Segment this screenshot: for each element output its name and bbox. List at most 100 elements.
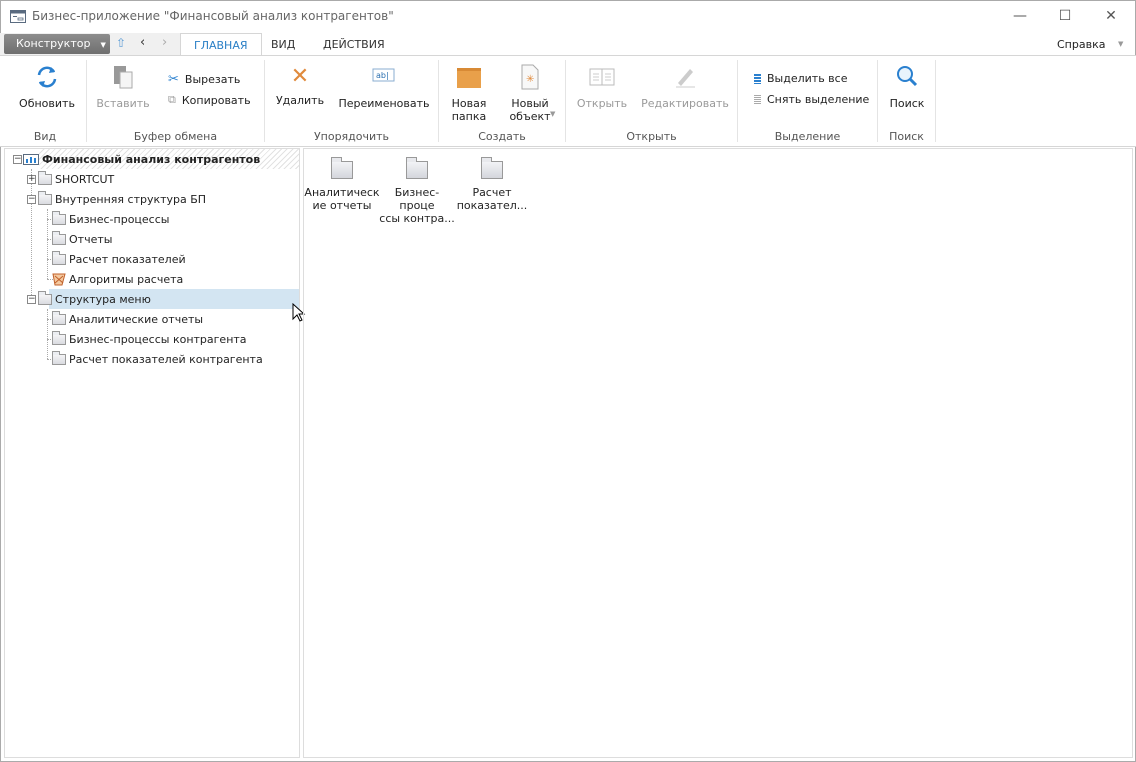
folder-label-1: Расчет [472, 186, 512, 199]
cube-icon [23, 153, 39, 165]
folder-icon [38, 170, 52, 185]
collapse-toggle[interactable]: − [27, 295, 36, 304]
deselect-button[interactable]: Снять выделение [754, 93, 869, 106]
search-label: Поиск [889, 97, 925, 110]
rename-button[interactable]: ab| Переименовать [336, 64, 432, 110]
folder-item[interactable]: Бизнес-проце ссы контра... [379, 149, 455, 225]
tree-item-label: Расчет показателей [69, 252, 186, 266]
paste-button[interactable]: Вставить [94, 64, 152, 110]
tree-item-label: Бизнес-процессы контрагента [69, 332, 247, 346]
copy-icon: ⧉ [168, 93, 176, 106]
expand-toggle[interactable]: + [27, 175, 36, 184]
folder-icon [52, 230, 66, 245]
folder-icon [52, 350, 66, 365]
new-folder-label-1: Новая [451, 97, 487, 110]
new-folder-button[interactable]: Новая папка [446, 64, 492, 123]
svg-text:✳: ✳ [526, 74, 534, 85]
tree-item[interactable]: Бизнес-процессы [52, 209, 169, 229]
group-label-arrange: Упорядочить [313, 130, 390, 143]
content-pane: Аналитическ ие отчеты Бизнес-проце ссы кон… [303, 148, 1133, 758]
refresh-icon [37, 66, 57, 88]
folder-icon [52, 330, 66, 345]
edit-button[interactable]: Редактировать [640, 64, 730, 110]
folder-icon [52, 310, 66, 325]
folder-icon [481, 157, 503, 179]
deselect-icon [754, 94, 761, 105]
cut-label: Вырезать [184, 73, 241, 86]
folder-icon [331, 157, 353, 179]
folder-icon [38, 290, 52, 305]
copy-button[interactable]: ⧉ Копировать [168, 93, 251, 107]
tree-item[interactable]: Внутренняя структура БП [38, 189, 206, 209]
tree-item-label: SHORTCUT [55, 172, 115, 186]
folder-icon [52, 210, 66, 225]
folder-icon [52, 250, 66, 265]
tree-line [31, 169, 32, 299]
delete-x-icon: ✕ [290, 64, 310, 89]
tree-item[interactable]: Отчеты [52, 229, 112, 249]
tree-item-label: Аналитические отчеты [69, 312, 204, 326]
tree-item-label: Отчеты [69, 232, 113, 246]
select-all-button[interactable]: Выделить все [754, 72, 847, 85]
rename-icon: ab| [372, 68, 395, 82]
tab-actions[interactable]: ДЕЙСТВИЯ [310, 33, 398, 56]
minimize-button[interactable]: — [1010, 8, 1030, 24]
folder-item[interactable]: Аналитическ ие отчеты [304, 149, 380, 215]
delete-button[interactable]: ✕ Удалить [274, 64, 326, 107]
new-folder-icon [457, 68, 481, 88]
help-menu[interactable]: Справка [1057, 38, 1105, 51]
copy-label: Копировать [181, 93, 251, 107]
tree-root[interactable]: Финансовый анализ контрагентов [23, 149, 260, 169]
forward-icon[interactable]: › [162, 35, 167, 50]
open-button[interactable]: Открыть [574, 64, 630, 110]
folder-label-1: Аналитическ [304, 186, 380, 199]
tree-item[interactable]: Расчет показателей [52, 249, 186, 269]
folder-label-2: ссы контра... [379, 212, 455, 225]
folder-item[interactable]: Расчет показател... [454, 149, 530, 215]
tree-pane: − Финансовый анализ контрагентов + SHORT… [4, 148, 300, 758]
chevron-down-icon[interactable]: ▼ [550, 110, 555, 118]
collapse-toggle[interactable]: − [27, 195, 36, 204]
konstruktor-label: Конструктор [16, 37, 91, 50]
app-icon [10, 10, 26, 23]
tab-view[interactable]: ВИД [258, 33, 308, 56]
edit-label: Редактировать [641, 97, 729, 110]
tree-item-label: Внутренняя структура БП [55, 192, 207, 206]
select-all-icon [754, 73, 761, 84]
group-label-view: Вид [33, 130, 57, 143]
group-label-open: Открыть [626, 130, 677, 143]
tab-main[interactable]: ГЛАВНАЯ [180, 33, 262, 56]
up-level-icon[interactable]: ⇧ [116, 36, 126, 50]
chevron-down-icon: ▼ [100, 41, 106, 49]
maximize-button[interactable]: ☐ [1055, 8, 1075, 24]
tree-item[interactable]: Расчет показателей контрагента [52, 349, 263, 369]
close-button[interactable]: ✕ [1101, 8, 1121, 24]
delete-label: Удалить [275, 94, 325, 107]
refresh-label: Обновить [19, 97, 75, 110]
tree-item-selected[interactable]: Структура меню [38, 289, 151, 309]
tree-item[interactable]: Бизнес-процессы контрагента [52, 329, 247, 349]
cut-button[interactable]: ✂ Вырезать [168, 72, 240, 87]
tree-root-label: Финансовый анализ контрагентов [42, 152, 261, 166]
search-button[interactable]: Поиск [884, 64, 930, 110]
collapse-toggle[interactable]: − [13, 155, 22, 164]
pencil-icon [676, 69, 695, 88]
konstruktor-button[interactable]: Конструктор ▼ [4, 34, 110, 54]
search-icon [897, 66, 918, 87]
refresh-button[interactable]: Обновить [14, 64, 80, 110]
tree-item-label: Бизнес-процессы [69, 212, 170, 226]
algorithm-icon [52, 273, 66, 285]
tree-item[interactable]: SHORTCUT [38, 169, 114, 189]
back-icon[interactable]: ‹ [140, 35, 145, 50]
new-object-icon: ✳ [521, 64, 539, 90]
tree-item[interactable]: Алгоритмы расчета [52, 269, 183, 289]
scissors-icon: ✂ [168, 72, 179, 87]
paste-icon [114, 66, 133, 89]
folder-label-2: показател... [456, 199, 528, 212]
chevron-down-icon[interactable]: ▼ [1118, 40, 1123, 48]
tree-item[interactable]: Аналитические отчеты [52, 309, 203, 329]
folder-icon [38, 190, 52, 205]
open-label: Открыть [576, 97, 628, 110]
tree-item-label: Расчет показателей контрагента [69, 352, 263, 366]
folder-label-2: ие отчеты [312, 199, 372, 212]
